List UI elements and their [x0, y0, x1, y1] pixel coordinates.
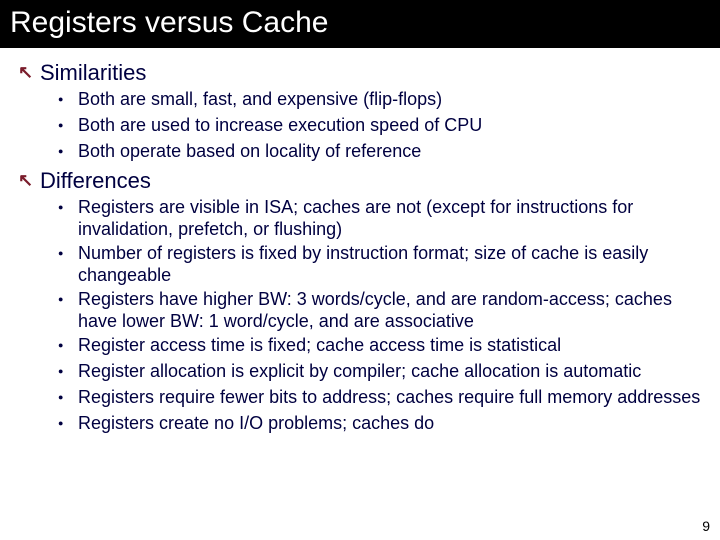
list-item: Registers create no I/O problems; caches… [58, 412, 702, 436]
bullet-icon [58, 140, 78, 164]
bullet-text: Number of registers is fixed by instruct… [78, 242, 702, 286]
list-item: Both are used to increase execution spee… [58, 114, 702, 138]
arrow-icon: ↖ [18, 168, 40, 192]
page-number: 9 [702, 518, 710, 534]
bullet-icon [58, 196, 78, 220]
list-item: Register access time is fixed; cache acc… [58, 334, 702, 358]
bullet-text: Registers are visible in ISA; caches are… [78, 196, 702, 240]
bullet-icon [58, 386, 78, 410]
bullet-text: Both operate based on locality of refere… [78, 140, 421, 162]
bullet-icon [58, 334, 78, 358]
section-heading: Differences [40, 168, 151, 194]
bullet-text: Registers require fewer bits to address;… [78, 386, 700, 408]
list-item: Registers are visible in ISA; caches are… [58, 196, 702, 240]
bullet-text: Register access time is fixed; cache acc… [78, 334, 561, 356]
slide: Registers versus Cache ↖ Similarities Bo… [0, 0, 720, 540]
list-item: Number of registers is fixed by instruct… [58, 242, 702, 286]
bullet-list-differences: Registers are visible in ISA; caches are… [58, 196, 702, 436]
slide-title: Registers versus Cache [0, 0, 720, 48]
bullet-icon [58, 288, 78, 312]
bullet-list-similarities: Both are small, fast, and expensive (fli… [58, 88, 702, 164]
bullet-text: Registers create no I/O problems; caches… [78, 412, 434, 434]
bullet-icon [58, 412, 78, 436]
slide-content: ↖ Similarities Both are small, fast, and… [0, 48, 720, 436]
bullet-text: Both are small, fast, and expensive (fli… [78, 88, 442, 110]
bullet-icon [58, 242, 78, 266]
list-item: Register allocation is explicit by compi… [58, 360, 702, 384]
list-item: Registers require fewer bits to address;… [58, 386, 702, 410]
section-heading: Similarities [40, 60, 146, 86]
list-item: Both operate based on locality of refere… [58, 140, 702, 164]
section-similarities: ↖ Similarities [18, 60, 702, 86]
list-item: Both are small, fast, and expensive (fli… [58, 88, 702, 112]
bullet-text: Both are used to increase execution spee… [78, 114, 482, 136]
section-differences: ↖ Differences [18, 168, 702, 194]
arrow-icon: ↖ [18, 60, 40, 84]
list-item: Registers have higher BW: 3 words/cycle,… [58, 288, 702, 332]
bullet-icon [58, 360, 78, 384]
bullet-text: Registers have higher BW: 3 words/cycle,… [78, 288, 702, 332]
bullet-icon [58, 88, 78, 112]
bullet-icon [58, 114, 78, 138]
bullet-text: Register allocation is explicit by compi… [78, 360, 641, 382]
